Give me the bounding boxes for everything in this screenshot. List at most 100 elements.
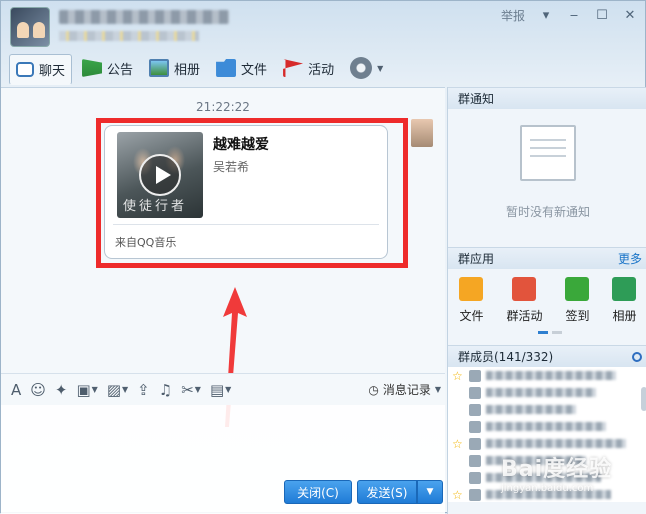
tab-activity[interactable]: 活动	[277, 54, 340, 82]
tab-album[interactable]: 相册	[143, 54, 206, 82]
minimize-button[interactable]: ‒	[567, 8, 581, 23]
song-artist: 吴若希	[213, 160, 250, 174]
qq-group-chat-window: 举报 ▾ ‒ ☐ ✕ 聊天 公告 相册 文件 活动 ▼ 21:22:22 使徒行…	[0, 0, 646, 514]
chevron-down-icon: ▼	[434, 385, 441, 394]
watermark-url: jingyan.baidu.com	[501, 483, 594, 494]
screen-share-icon[interactable]: ▤ ▼	[210, 381, 231, 399]
list-item[interactable]	[448, 384, 646, 401]
clock-icon: ◷	[368, 382, 379, 397]
image-icon[interactable]: ▨ ▼	[107, 381, 128, 399]
group-notice-title: 群通知	[458, 92, 495, 106]
apps-pager[interactable]	[538, 331, 562, 334]
window-controls: 举报 ▾ ‒ ☐ ✕	[501, 7, 637, 24]
send-options-button[interactable]: ▼	[417, 480, 443, 504]
top-toolbar: 聊天 公告 相册 文件 活动 ▼	[9, 53, 389, 85]
group-notice-header: 群通知	[448, 87, 646, 109]
app-album[interactable]: 相册	[612, 277, 637, 324]
flag-icon	[283, 59, 304, 77]
tab-files[interactable]: 文件	[210, 54, 273, 82]
app-files[interactable]: 文件	[459, 277, 484, 324]
send-button[interactable]: 发送(S)	[357, 480, 417, 504]
album-icon	[149, 59, 170, 77]
settings-menu[interactable]: ▼	[344, 54, 389, 82]
notice-icon	[82, 59, 103, 77]
member-list-scrollbar[interactable]	[641, 387, 646, 411]
member-name-blurred	[486, 371, 616, 380]
notice-board-icon	[520, 125, 576, 181]
tab-notice-label: 公告	[107, 62, 134, 78]
app-checkin[interactable]: 签到	[565, 277, 590, 324]
music-icon[interactable]: ♫	[159, 381, 172, 399]
list-item[interactable]	[448, 418, 646, 435]
tab-album-label: 相册	[174, 62, 201, 78]
group-apps-title: 群应用	[458, 252, 495, 266]
watermark-text: Bai度经验	[501, 457, 613, 482]
gear-icon	[350, 57, 373, 79]
report-button[interactable]: 举报	[501, 7, 525, 24]
group-avatar[interactable]	[10, 7, 50, 47]
tab-activity-label: 活动	[308, 62, 335, 78]
magic-wand-icon[interactable]: ✦	[55, 381, 68, 399]
tab-chat-label: 聊天	[39, 63, 66, 79]
member-name-blurred	[486, 422, 606, 431]
font-icon[interactable]: A	[11, 381, 21, 399]
album-cover[interactable]: 使徒行者	[117, 132, 203, 218]
tab-chat[interactable]: 聊天	[9, 53, 73, 85]
song-title[interactable]: 越难越爱	[213, 134, 269, 154]
sender-avatar[interactable]	[411, 119, 433, 147]
list-item[interactable]	[448, 401, 646, 418]
tab-notice[interactable]: 公告	[76, 54, 139, 82]
close-button[interactable]: 关闭(C)	[284, 480, 352, 504]
music-share-card[interactable]: 使徒行者 越难越爱 吴若希 来自QQ音乐	[104, 125, 388, 259]
app-group-activity-label: 群活动	[506, 309, 543, 323]
member-name-blurred	[486, 405, 576, 414]
app-files-label: 文件	[459, 309, 484, 323]
group-members-title: 群成员(141/332)	[458, 350, 554, 364]
more-link[interactable]: 更多	[618, 250, 642, 267]
card-divider	[113, 224, 379, 225]
avatar	[469, 386, 481, 399]
app-group-activity[interactable]: 群活动	[506, 277, 543, 324]
close-window-button[interactable]: ✕	[623, 8, 637, 23]
emoji-icon[interactable]: ☺	[30, 381, 46, 399]
message-history-label: 消息记录	[382, 383, 431, 397]
no-notice-text: 暂时没有新通知	[505, 205, 590, 219]
group-activity-icon	[512, 277, 537, 301]
avatar	[469, 420, 481, 433]
album-app-icon	[612, 277, 637, 301]
group-info-blurred	[59, 31, 199, 41]
music-source[interactable]: 来自QQ音乐	[115, 234, 176, 250]
app-checkin-label: 签到	[565, 309, 590, 323]
group-apps: 文件 群活动 签到 相册	[448, 277, 646, 324]
dropdown-icon[interactable]: ▾	[539, 8, 553, 23]
member-name-blurred	[486, 439, 626, 448]
tab-files-label: 文件	[241, 62, 268, 78]
chevron-down-icon: ▼	[377, 63, 384, 73]
avatar	[469, 437, 481, 450]
maximize-button[interactable]: ☐	[595, 8, 609, 23]
avatar	[469, 488, 481, 501]
play-icon[interactable]	[139, 154, 181, 196]
checkin-icon	[565, 277, 590, 301]
list-item[interactable]: ☆	[448, 435, 646, 452]
message-timestamp: 21:22:22	[196, 100, 250, 114]
member-name-blurred	[486, 388, 596, 397]
search-icon[interactable]	[632, 351, 642, 362]
star-icon: ☆	[452, 487, 463, 502]
group-apps-header: 群应用 更多	[448, 247, 646, 269]
avatar	[469, 369, 481, 382]
avatar	[469, 454, 481, 467]
folder-app-icon	[459, 277, 484, 301]
message-history-button[interactable]: ◷ 消息记录 ▼	[368, 381, 441, 398]
group-members-header: 群成员(141/332)	[448, 345, 646, 367]
group-name-blurred	[59, 10, 229, 24]
editor-toolbar: A ☺ ✦ ▣ ▼ ▨ ▼ ⇪ ♫ ✂ ▼ ▤ ▼ ◷ 消息记录 ▼	[1, 373, 445, 405]
star-icon: ☆	[452, 368, 463, 383]
app-album-label: 相册	[612, 309, 637, 323]
sticker-icon[interactable]: ▣ ▼	[76, 381, 97, 399]
cover-title: 使徒行者	[123, 199, 188, 214]
chat-icon	[16, 61, 34, 77]
scissors-icon[interactable]: ✂ ▼	[181, 381, 201, 399]
list-item[interactable]: ☆	[448, 367, 646, 384]
upload-icon[interactable]: ⇪	[137, 381, 150, 399]
